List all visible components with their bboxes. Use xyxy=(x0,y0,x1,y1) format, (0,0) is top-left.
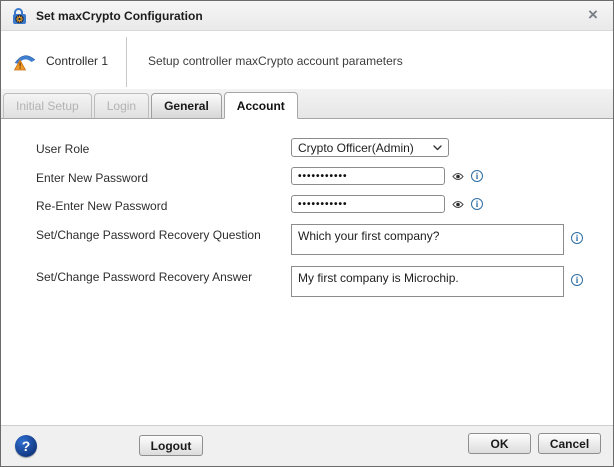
footer-bar: ? Logout OK Cancel xyxy=(1,425,613,466)
user-role-value: Crypto Officer(Admin) xyxy=(298,141,433,155)
user-role-label: User Role xyxy=(36,142,89,156)
controller-name: Controller 1 xyxy=(46,54,108,68)
help-icon[interactable]: ? xyxy=(15,435,37,457)
controller-cell: Controller 1 xyxy=(13,32,108,89)
recovery-answer-label: Set/Change Password Recovery Answer xyxy=(36,270,252,284)
tab-login[interactable]: Login xyxy=(94,93,149,118)
show-password-eye-icon[interactable] xyxy=(452,200,464,209)
tab-general[interactable]: General xyxy=(151,93,222,118)
header: Controller 1 Setup controller maxCrypto … xyxy=(1,32,613,89)
ok-button[interactable]: OK xyxy=(468,433,531,454)
header-description: Setup controller maxCrypto account param… xyxy=(148,32,403,89)
new-password-label: Enter New Password xyxy=(36,171,148,185)
show-password-eye-icon[interactable] xyxy=(452,172,464,181)
recovery-answer-info-icon[interactable]: i xyxy=(571,274,583,286)
title-bar: Set maxCrypto Configuration × xyxy=(1,1,613,31)
recovery-question-info-icon[interactable]: i xyxy=(571,232,583,244)
cancel-button[interactable]: Cancel xyxy=(538,433,601,454)
close-icon[interactable]: × xyxy=(581,3,605,27)
controller-icon xyxy=(13,51,37,71)
logout-button[interactable]: Logout xyxy=(139,435,203,456)
account-tab-panel: User Role Crypto Officer(Admin) Enter Ne… xyxy=(1,119,613,425)
dialog-set-maxcrypto-configuration: Set maxCrypto Configuration × Controller… xyxy=(0,0,614,467)
tab-account[interactable]: Account xyxy=(224,92,298,119)
reenter-password-input[interactable] xyxy=(291,195,445,213)
recovery-question-label: Set/Change Password Recovery Question xyxy=(36,228,261,242)
tab-initial-setup[interactable]: Initial Setup xyxy=(3,93,92,118)
dialog-title: Set maxCrypto Configuration xyxy=(36,9,203,23)
reenter-password-info-icon[interactable]: i xyxy=(471,198,483,210)
new-password-info-icon[interactable]: i xyxy=(471,170,483,182)
user-role-select[interactable]: Crypto Officer(Admin) xyxy=(291,138,449,157)
new-password-input[interactable] xyxy=(291,167,445,185)
recovery-answer-input[interactable]: My first company is Microchip. xyxy=(291,266,564,297)
reenter-password-label: Re-Enter New Password xyxy=(36,199,167,213)
tab-strip: Initial Setup Login General Account xyxy=(1,89,613,119)
header-divider xyxy=(126,37,127,87)
lock-gear-icon xyxy=(11,7,28,25)
recovery-question-input[interactable]: Which your first company? xyxy=(291,224,564,255)
chevron-down-icon xyxy=(433,145,442,151)
